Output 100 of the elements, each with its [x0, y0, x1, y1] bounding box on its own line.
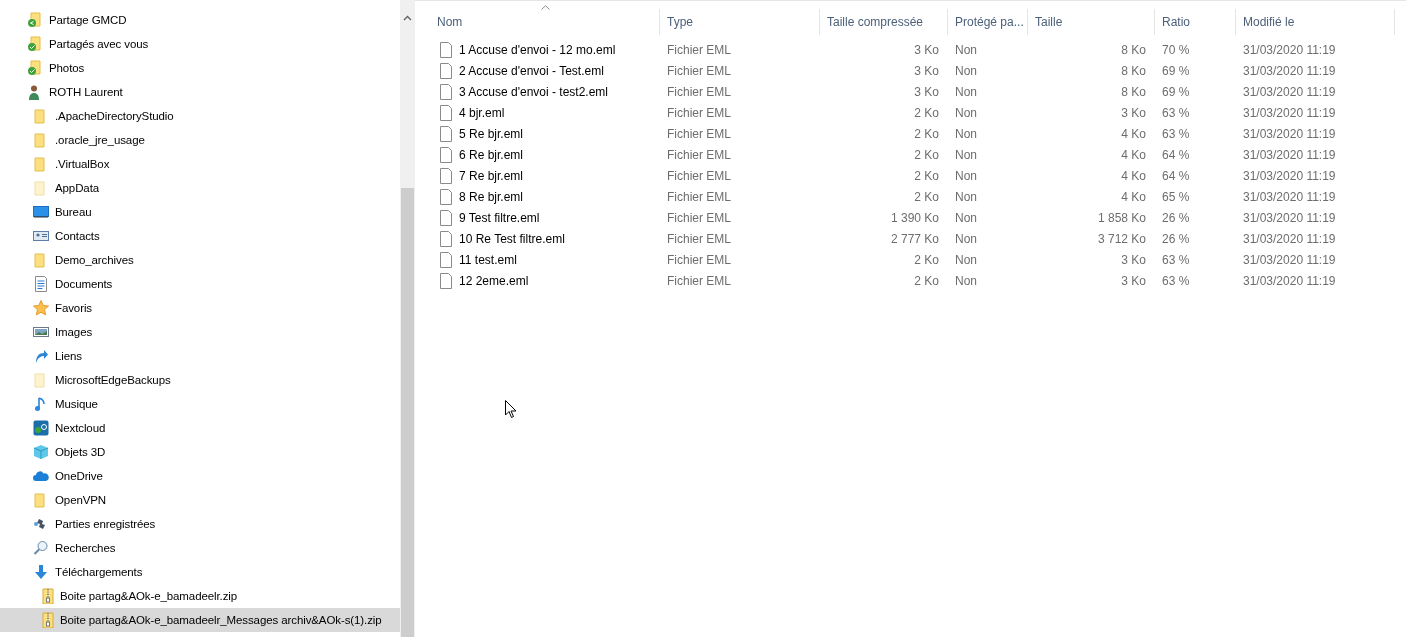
table-cell-text: 2 Ko — [913, 126, 940, 141]
zip-folder-icon — [40, 612, 56, 628]
table-cell-text: 31/03/2020 11:19 — [1242, 231, 1337, 246]
table-cell-text: Non — [954, 84, 978, 99]
nav-item[interactable]: Partage GMCD — [0, 8, 400, 32]
nav-item[interactable]: Favoris — [0, 296, 400, 320]
table-cell-text: Fichier EML — [666, 168, 732, 183]
nav-item[interactable]: Boite partag&AOk-e_bamadeelr.zip — [0, 584, 400, 608]
table-cell-text: 2 Ko — [913, 168, 940, 183]
table-cell-text: 31/03/2020 11:19 — [1242, 273, 1337, 288]
nav-item[interactable]: .oracle_jre_usage — [0, 128, 400, 152]
table-cell-text: 63 % — [1161, 252, 1191, 267]
cloud-icon — [33, 468, 49, 484]
file-name-cell[interactable]: 8 Re bjr.eml — [430, 188, 660, 205]
table-cell-text: 2 Ko — [913, 105, 940, 120]
table-cell-text: 26 % — [1161, 210, 1191, 225]
table-cell-text: 3 712 Ko — [1096, 231, 1147, 246]
nav-item[interactable]: Photos — [0, 56, 400, 80]
sort-caret-icon — [540, 5, 550, 10]
nav-item[interactable]: Recherches — [0, 536, 400, 560]
synced-folder-icon — [27, 60, 43, 76]
file-icon — [438, 251, 454, 268]
nav-item[interactable]: .VirtualBox — [0, 152, 400, 176]
nav-item[interactable]: Demo_archives — [0, 248, 400, 272]
contact-card-icon — [33, 228, 49, 244]
nav-item[interactable]: OpenVPN — [0, 488, 400, 512]
table-cell-text: 63 % — [1161, 105, 1191, 120]
scrollbar[interactable] — [400, 0, 415, 637]
table-cell-text: 31/03/2020 11:19 — [1242, 126, 1337, 141]
table-cell-text: Fichier EML — [666, 63, 732, 78]
nav-item[interactable]: Boite partag&AOk-e_bamadeelr_Messages archiv&AOk-s(1).zip — [0, 608, 400, 632]
table-cell-text: 4 Ko — [1120, 147, 1147, 162]
nav-item[interactable]: Partagés avec vous — [0, 32, 400, 56]
file-icon — [438, 41, 454, 58]
table-cell-text: 4 Ko — [1120, 168, 1147, 183]
nav-item[interactable]: Nextcloud — [0, 416, 400, 440]
table-cell-text: 31/03/2020 11:19 — [1242, 168, 1337, 183]
shared-folder-icon — [27, 12, 43, 28]
file-name-cell[interactable]: 2 Accuse d'envoi - Test.eml — [430, 62, 660, 79]
file-icon — [438, 146, 454, 163]
column-header[interactable]: Taille — [1028, 9, 1155, 35]
table-cell-text: 63 % — [1161, 273, 1191, 288]
table-cell-text: 65 % — [1161, 189, 1191, 204]
nav-item[interactable]: Parties enregistrées — [0, 512, 400, 536]
nav-item[interactable]: Objets 3D — [0, 440, 400, 464]
file-name-cell[interactable]: 11 test.eml — [430, 251, 660, 268]
table-cell-text: 3 Ko — [913, 42, 940, 57]
table-cell-text: Fichier EML — [666, 42, 732, 57]
nav-item[interactable]: AppData — [0, 176, 400, 200]
file-name-cell[interactable]: 12 2eme.eml — [430, 272, 660, 289]
file-icon — [438, 167, 454, 184]
nav-item[interactable]: Musique — [0, 392, 400, 416]
desktop-icon — [33, 204, 49, 220]
column-header[interactable]: Protégé pa... — [948, 9, 1028, 35]
table-cell-text: 1 858 Ko — [1096, 210, 1147, 225]
file-name-cell[interactable]: 10 Re Test filtre.eml — [430, 230, 660, 247]
nav-item[interactable]: Images — [0, 320, 400, 344]
nav-item[interactable]: Téléchargements — [0, 560, 400, 584]
file-icon — [438, 209, 454, 226]
column-header[interactable]: Modifié le — [1236, 9, 1395, 35]
column-header[interactable]: Type — [660, 9, 820, 35]
link-arrow-icon — [33, 348, 49, 364]
scrollbar-thumb[interactable] — [401, 188, 414, 637]
file-name-cell[interactable]: 9 Test filtre.eml — [430, 209, 660, 226]
table-cell-text: Non — [954, 189, 978, 204]
nav-item[interactable]: MicrosoftEdgeBackups — [0, 368, 400, 392]
table-cell-text: 2 Ko — [913, 147, 940, 162]
table-cell-text: Fichier EML — [666, 252, 732, 267]
column-header[interactable]: Ratio — [1155, 9, 1236, 35]
nav-item[interactable]: Bureau — [0, 200, 400, 224]
table-cell-text: Non — [954, 63, 978, 78]
file-name-cell[interactable]: 6 Re bjr.eml — [430, 146, 660, 163]
table-cell-text: Fichier EML — [666, 84, 732, 99]
file-name-cell[interactable]: 1 Accuse d'envoi - 12 mo.eml — [430, 41, 660, 58]
nav-item[interactable]: Liens — [0, 344, 400, 368]
file-name-cell[interactable]: 4 bjr.eml — [430, 104, 660, 121]
synced-folder-icon — [27, 36, 43, 52]
nav-item[interactable]: Contacts — [0, 224, 400, 248]
table-cell-text: Non — [954, 147, 978, 162]
nav-item[interactable]: Documents — [0, 272, 400, 296]
table-cell-text: Fichier EML — [666, 273, 732, 288]
table-cell-text: Non — [954, 105, 978, 120]
nav-item[interactable]: OneDrive — [0, 464, 400, 488]
nav-item[interactable]: ROTH Laurent — [0, 80, 400, 104]
file-name-cell[interactable]: 3 Accuse d'envoi - test2.eml — [430, 83, 660, 100]
table-cell-text: Non — [954, 252, 978, 267]
table-cell-text: 3 Ko — [1120, 105, 1147, 120]
zip-folder-icon — [40, 588, 56, 604]
table-cell-text: 31/03/2020 11:19 — [1242, 189, 1337, 204]
table-cell-text: 31/03/2020 11:19 — [1242, 42, 1337, 57]
file-name-cell[interactable]: 7 Re bjr.eml — [430, 167, 660, 184]
nav-item[interactable]: .ApacheDirectoryStudio — [0, 104, 400, 128]
column-header[interactable]: Nom — [430, 9, 660, 35]
table-cell-text: Non — [954, 231, 978, 246]
table-cell-text: 31/03/2020 11:19 — [1242, 147, 1337, 162]
search-icon — [33, 540, 49, 556]
table-cell-text: 2 Ko — [913, 273, 940, 288]
table-cell-text: 69 % — [1161, 84, 1191, 99]
column-header[interactable]: Taille compressée — [820, 9, 948, 35]
file-name-cell[interactable]: 5 Re bjr.eml — [430, 125, 660, 142]
